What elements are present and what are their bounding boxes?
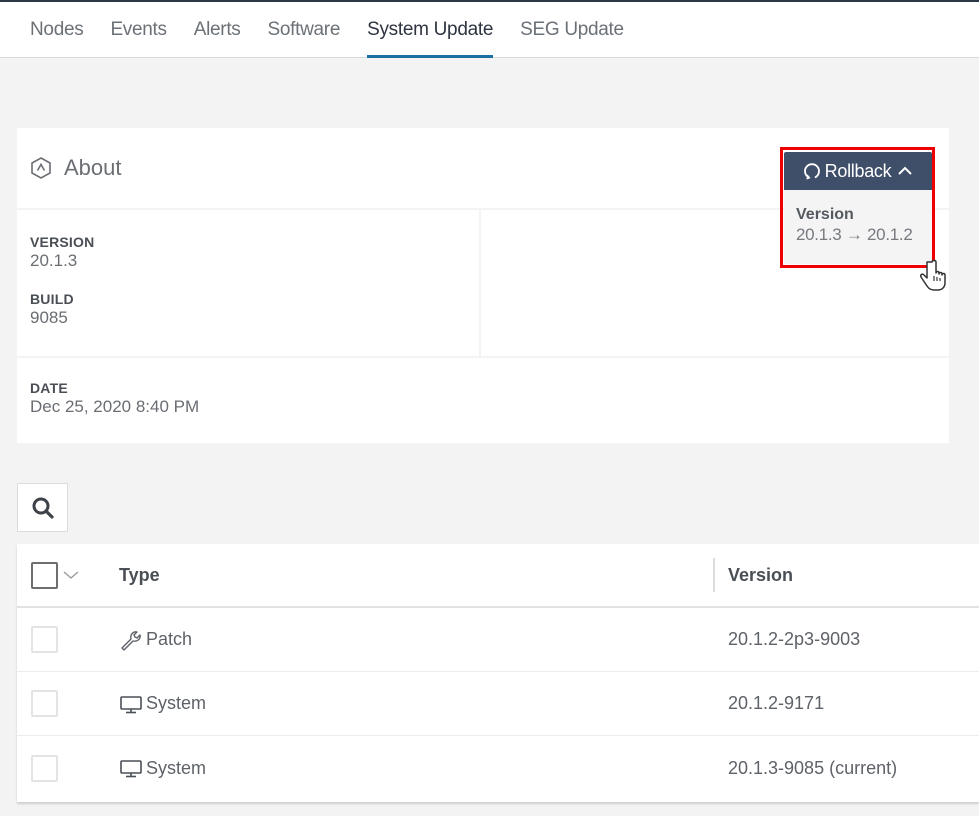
rollback-version-label: Version [796,206,854,223]
version-label: VERSION [30,234,95,250]
tab-seg-update[interactable]: SEG Update [520,2,624,58]
monitor-icon [120,760,142,778]
about-title: About [64,155,122,180]
search-icon [32,497,54,519]
tab-software[interactable]: Software [268,2,341,58]
column-header-type[interactable]: Type [119,565,160,586]
tab-bar: Nodes Events Alerts Software System Upda… [0,2,979,58]
search-button[interactable] [17,483,68,532]
tab-events[interactable]: Events [110,2,167,58]
rollback-button[interactable]: Rollback [784,152,932,190]
date-value: Dec 25, 2020 8:40 PM [30,397,200,416]
row-type: System [146,757,207,778]
tab-nodes[interactable]: Nodes [30,2,84,58]
rollback-popover: Version 20.1.3 → 20.1.2 [784,190,932,264]
tab-alerts[interactable]: Alerts [194,2,241,58]
build-label: BUILD [30,291,74,307]
row-checkbox[interactable] [31,690,58,717]
tab-system-update[interactable]: System Update [367,2,493,58]
column-divider[interactable] [713,558,715,592]
row-type: System [146,693,207,713]
monitor-icon [120,695,142,713]
row-type: Patch [146,629,193,649]
row-version: 20.1.2-9171 [728,693,825,713]
rollback-label: Rollback [824,160,892,181]
date-label: DATE [30,380,68,396]
refresh-icon [803,163,820,180]
table-row[interactable]: System 20.1.3-9085 (current) [17,736,979,800]
hexagon-chevron-up-icon [31,157,51,179]
row-checkbox[interactable] [31,754,58,782]
row-checkbox[interactable] [31,626,58,653]
row-version: 20.1.3-9085 (current) [728,757,898,778]
row-version: 20.1.2-2p3-9003 [728,629,861,649]
hand-cursor-icon [920,259,946,291]
wrench-icon [121,630,141,651]
version-value: 20.1.3 [30,251,78,270]
table-header: Type Version [17,544,979,608]
updates-table: Type Version Patch 20.1.2-2p3-9003 Syste… [17,544,979,802]
chevron-up-icon [898,166,913,175]
table-row[interactable]: System 20.1.2-9171 [17,672,979,736]
select-all-checkbox[interactable] [31,561,58,589]
table-row[interactable]: Patch 20.1.2-2p3-9003 [17,608,979,672]
chevron-down-icon[interactable] [62,566,80,584]
rollback-version-value: 20.1.3 → 20.1.2 [796,225,913,244]
build-value: 9085 [30,308,68,327]
column-header-version[interactable]: Version [728,565,793,586]
